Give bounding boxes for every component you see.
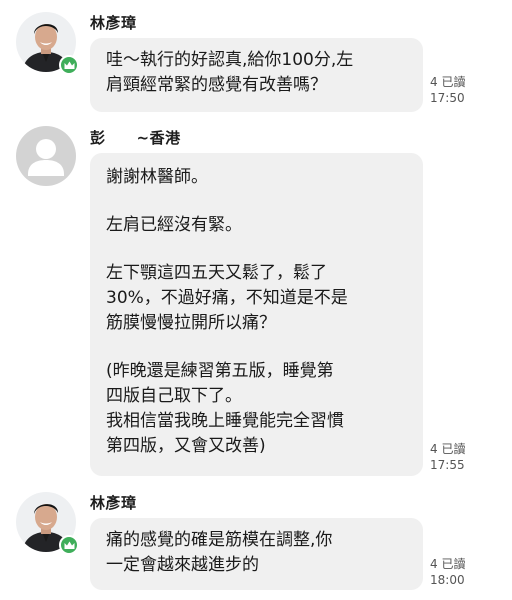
message-meta: 4 已讀 18:00 [430,556,465,588]
message-meta: 4 已讀 17:55 [430,441,465,473]
message-text-line: 我相信當我晚上睡覺能完全習慣 [106,411,344,431]
message-bubble[interactable]: 痛的感覺的確是筋模在調整,你 一定會越來越進步的 [90,518,423,590]
message-time: 18:00 [430,573,465,587]
message-text-line: 筋膜慢慢拉開所以痛？ [106,313,276,333]
message-text-line: 哇～執行的好認真,給你100分,左 [106,50,354,70]
official-crown-badge-icon [59,55,79,75]
message-text-line: 謝謝林醫師。 [106,167,208,187]
avatar-doctor[interactable] [16,492,79,555]
read-receipt: 4 已讀 [430,75,466,89]
message-text-line: 左肩已經沒有緊。 [106,215,242,235]
message-text-line: 肩頸經常緊的感覺有改善嗎？ [106,75,327,95]
default-user-avatar-icon [16,126,76,186]
official-crown-badge-icon [59,535,79,555]
message-time: 17:55 [430,458,465,472]
message-text-line: 四版自己取下了。 [106,386,242,406]
sender-name: 林彥璋 [90,14,137,32]
sender-name: 林彥璋 [90,494,137,512]
message-text-line: 左下顎這四五天又鬆了，鬆了 [106,263,327,283]
message-text-line: 第四版，又會又改善) [106,436,266,456]
message-text-line: (昨晚還是練習第五版，睡覺第 [106,361,334,381]
avatar-patient[interactable] [16,126,76,186]
message-bubble[interactable]: 哇～執行的好認真,給你100分,左 肩頸經常緊的感覺有改善嗎？ [90,38,423,112]
read-receipt: 4 已讀 [430,442,466,456]
read-receipt: 4 已讀 [430,557,466,571]
message-bubble[interactable]: 謝謝林醫師。 左肩已經沒有緊。 左下顎這四五天又鬆了，鬆了 30%，不過好痛，不… [90,153,423,476]
message-time: 17:50 [430,91,465,105]
message-meta: 4 已讀 17:50 [430,74,465,106]
message-text-line: 痛的感覺的確是筋模在調整,你 [106,530,333,550]
message-text-line: 30%，不過好痛，不知道是不是 [106,288,348,308]
message-text-line: 一定會越來越進步的 [106,555,259,575]
avatar-doctor[interactable] [16,12,79,75]
sender-name: 彭 ~香港 [90,129,181,147]
